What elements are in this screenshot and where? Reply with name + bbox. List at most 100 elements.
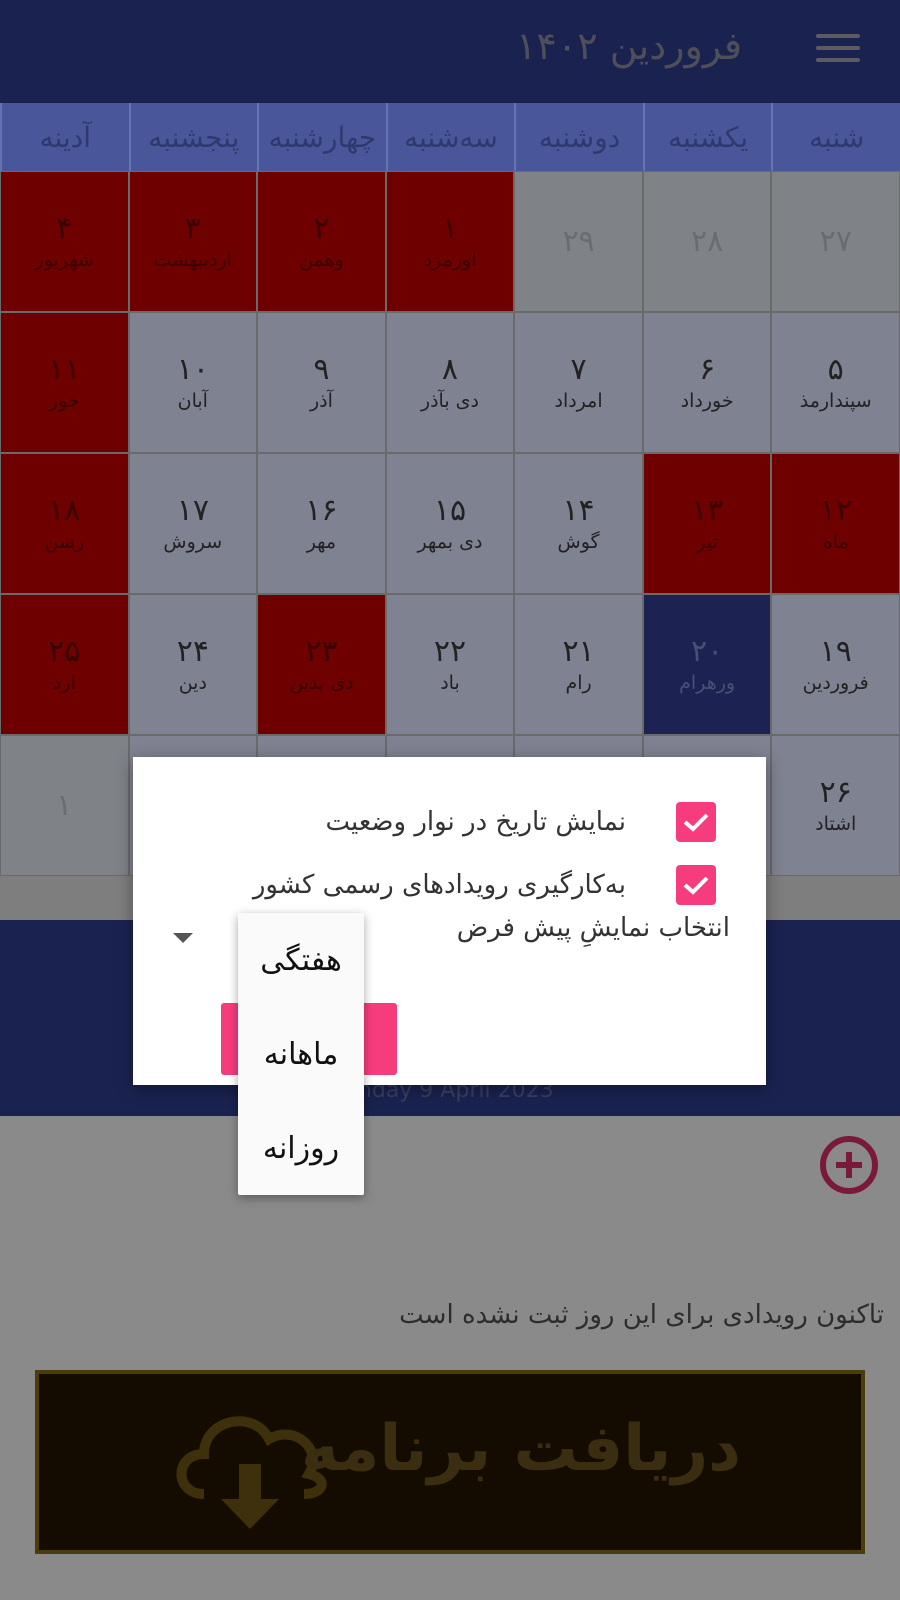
day-cell[interactable]: ۲۱ رام <box>514 594 643 735</box>
option-statusbar-date[interactable]: نمایش تاریخ در نوار وضعیت <box>326 802 716 842</box>
weekday-6: آدینه <box>0 103 129 171</box>
no-events-text: تاکنون رویدادی برای این روز ثبت نشده است <box>399 1300 884 1330</box>
option-official-events[interactable]: به‌کارگیری رویدادهای رسمی کشور <box>253 865 716 905</box>
day-number: ۲۹ <box>562 223 595 259</box>
day-cell[interactable]: ۲۷ <box>771 171 900 312</box>
day-cell[interactable]: ۲۰ ورهرام <box>642 594 772 735</box>
day-number: ۱۶ <box>305 492 338 528</box>
day-name: اشتاد <box>815 812 857 835</box>
day-cell[interactable]: ۸ دی بآذر <box>385 312 515 453</box>
day-number: ۲۵ <box>48 633 81 669</box>
checkbox-statusbar-date[interactable] <box>676 802 716 842</box>
day-cell[interactable]: ۲۵ ارد <box>0 594 129 735</box>
calendar-row: ۱۲ ماه ۱۳ تیر ۱۴ گوش ۱۵ دی بمهر ۱۶ مهر ۱۷ سروش ۱۸ رشن <box>0 453 900 594</box>
weekday-1: یکشنبه <box>642 103 772 171</box>
weekday-0: شنبه <box>771 103 900 171</box>
banner-text: دریافت برنامه <box>300 1412 741 1486</box>
day-cell[interactable]: ۲۲ باد <box>385 594 515 735</box>
day-cell[interactable]: ۱۷ سروش <box>128 453 258 594</box>
dropdown-arrow-icon[interactable] <box>173 933 193 943</box>
day-name: ماه <box>822 530 849 553</box>
day-name: رشن <box>44 530 85 553</box>
day-cell[interactable]: ۱۲ ماه <box>771 453 900 594</box>
day-number: ۱۰ <box>176 351 209 387</box>
download-app-banner[interactable]: دریافت برنامه <box>35 1370 865 1554</box>
dropdown-option-weekly[interactable]: هفتگی <box>238 913 364 1007</box>
day-number: ۱۹ <box>819 633 852 669</box>
day-cell[interactable]: ۵ سپندارمذ <box>771 312 900 453</box>
day-name: دی بمهر <box>417 530 483 553</box>
day-number: ۲۰ <box>691 633 724 669</box>
day-cell[interactable]: ۹ آذر <box>257 312 386 453</box>
day-number: ۱۱ <box>48 351 81 387</box>
day-name: باد <box>440 671 460 694</box>
day-cell[interactable]: ۲۹ <box>514 171 643 312</box>
day-cell[interactable]: ۴ شهریور <box>0 171 129 312</box>
day-cell[interactable]: ۱ اورمزد <box>385 171 515 312</box>
checkmark-icon <box>683 876 709 895</box>
day-cell[interactable]: ۲۴ دین <box>128 594 258 735</box>
month-title[interactable]: فروردین ۱۴۰۲ <box>516 24 742 68</box>
day-name: آذر <box>309 389 333 412</box>
dropdown-option-monthly[interactable]: ماهانه <box>238 1007 364 1101</box>
day-number: ۴ <box>56 210 73 246</box>
dropdown-option-daily[interactable]: روزانه <box>238 1101 364 1195</box>
day-cell[interactable]: ۱۶ مهر <box>257 453 386 594</box>
day-number: ۱۲ <box>819 492 852 528</box>
day-number: ۲۸ <box>691 223 724 259</box>
calendar-row: ۱۹ فروردین ۲۰ ورهرام ۲۱ رام ۲۲ باد ۲۳ دی بدین ۲۴ دی… <box>0 594 900 735</box>
day-name: دی بآذر <box>420 389 480 412</box>
day-number: ۲۷ <box>819 223 852 259</box>
day-cell[interactable]: ۱۰ آبان <box>128 312 258 453</box>
day-number: ۱ <box>441 210 459 246</box>
day-name: ورهرام <box>679 671 736 694</box>
day-name: فروردین <box>802 671 869 694</box>
day-cell[interactable]: ۱۱ خور <box>0 312 129 453</box>
calendar-row: ۵ سپندارمذ ۶ خورداد ۷ امرداد ۸ دی بآذر ۹ آذر ۱۰ آبا… <box>0 312 900 453</box>
day-cell[interactable]: ۲۳ دی بدین <box>257 594 386 735</box>
day-cell[interactable]: ۷ امرداد <box>514 312 643 453</box>
day-cell[interactable]: ۶ خورداد <box>642 312 772 453</box>
option-official-events-label: به‌کارگیری رویدادهای رسمی کشور <box>252 870 626 900</box>
day-number: ۱۸ <box>48 492 81 528</box>
day-cell[interactable]: ۲۸ <box>642 171 772 312</box>
day-cell[interactable]: ۱ <box>0 735 129 876</box>
day-name: اردیبهشت <box>153 248 232 271</box>
day-name: مهر <box>306 530 337 553</box>
day-cell[interactable]: ۱۳ تیر <box>642 453 772 594</box>
day-number: ۱۷ <box>176 492 209 528</box>
checkmark-icon <box>683 813 709 832</box>
day-number: ۶ <box>699 351 716 387</box>
day-number: ۵ <box>827 351 844 387</box>
day-cell[interactable]: ۲۶ اشتاد <box>771 735 900 876</box>
day-name: سپندارمذ <box>799 389 872 412</box>
day-number: ۲۴ <box>176 633 209 669</box>
day-name: آبان <box>177 389 208 412</box>
weekday-3: سه‌شنبه <box>385 103 515 171</box>
checkbox-official-events[interactable] <box>676 865 716 905</box>
weekday-header: شنبه یکشنبه دوشنبه سه‌شنبه چهارشنبه پنجشنبه آد… <box>0 103 900 171</box>
day-name: سروش <box>163 530 223 553</box>
day-number: ۱۳ <box>691 492 724 528</box>
day-number: ۱ <box>56 787 73 823</box>
day-number: ۹ <box>313 351 330 387</box>
day-cell[interactable]: ۱۵ دی بمهر <box>385 453 515 594</box>
weekday-5: پنجشنبه <box>128 103 258 171</box>
hamburger-menu-icon[interactable] <box>816 32 860 64</box>
add-event-icon[interactable] <box>820 1136 878 1194</box>
view-dropdown-menu: هفتگی ماهانه روزانه <box>238 913 364 1195</box>
day-number: ۲۱ <box>562 633 595 669</box>
day-number: ۱۵ <box>433 492 467 528</box>
day-cell[interactable]: ۲ وهمن <box>257 171 386 312</box>
day-name: وهمن <box>299 248 344 271</box>
day-cell[interactable]: ۱۸ رشن <box>0 453 129 594</box>
day-name: شهریور <box>34 248 94 271</box>
day-name: خور <box>48 389 80 412</box>
app-bar: فروردین ۱۴۰۲ <box>0 0 900 103</box>
weekday-2: دوشنبه <box>514 103 643 171</box>
day-cell[interactable]: ۱۴ گوش <box>514 453 643 594</box>
day-name: دی بدین <box>289 671 354 694</box>
day-cell[interactable]: ۱۹ فروردین <box>771 594 900 735</box>
day-number: ۸ <box>441 351 459 387</box>
day-cell[interactable]: ۳ اردیبهشت <box>128 171 258 312</box>
